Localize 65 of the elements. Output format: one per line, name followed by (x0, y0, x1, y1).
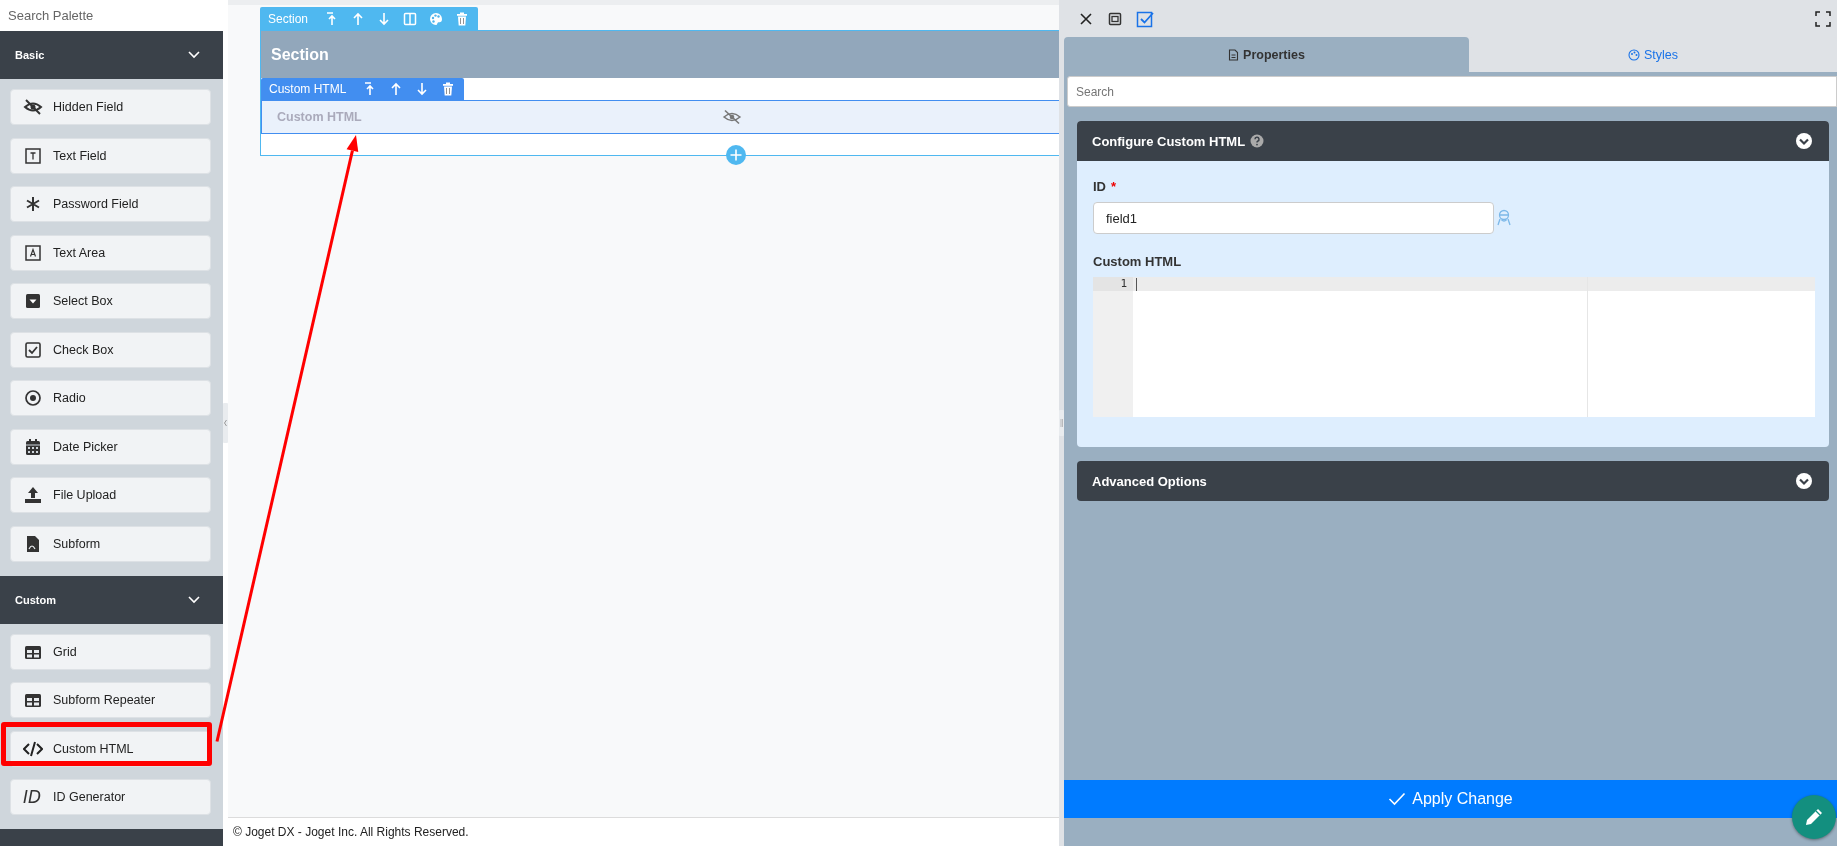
pencil-icon (1803, 806, 1825, 828)
search-field[interactable]: Search Palette (0, 0, 223, 31)
upload-icon (23, 486, 43, 504)
checkbox-icon (23, 340, 43, 359)
text-area-icon (23, 243, 43, 262)
palette-item[interactable]: Check Box (10, 331, 211, 368)
search-field[interactable]: Search (1067, 76, 1837, 107)
group-header[interactable]: Basic (0, 31, 223, 79)
text-cursor (1136, 278, 1137, 291)
panel-header[interactable]: Advanced Options (1077, 461, 1829, 501)
generate-id-icon[interactable] (1496, 209, 1512, 227)
palette-item[interactable]: File Upload (10, 477, 211, 513)
palette-item[interactable]: Grid (10, 633, 211, 670)
close-icon[interactable] (1078, 10, 1094, 27)
palette-item[interactable]: Password Field (10, 186, 211, 222)
panel-title: Configure Custom HTML (1092, 133, 1246, 149)
toolbar-label: Section (268, 11, 309, 26)
palette-item[interactable]: Subform (10, 525, 211, 562)
panel-header[interactable]: Configure Custom HTML (1077, 121, 1829, 161)
table-icon (23, 691, 43, 709)
calendar-icon (23, 437, 43, 456)
id-icon: ID (23, 787, 43, 807)
columns-icon[interactable] (402, 10, 419, 27)
chevron-down-icon (1795, 472, 1813, 490)
field-label: ID (1093, 179, 1106, 194)
eye-slash-icon (23, 98, 43, 116)
code-icon (23, 739, 43, 758)
palette-item[interactable]: Subform Repeater (10, 682, 211, 718)
palette-item[interactable]: Hidden Field (10, 89, 211, 125)
code-editor[interactable]: 1 (1093, 277, 1815, 417)
add-icon[interactable] (725, 144, 747, 166)
text-field-icon (23, 146, 43, 165)
palette-item[interactable]: Select Box (10, 283, 211, 319)
panel-title: Advanced Options (1092, 473, 1207, 489)
element-placeholder: Custom HTML (277, 110, 362, 124)
field-label: Custom HTML (1093, 254, 1182, 269)
group-header[interactable]: Custom (0, 575, 223, 624)
id-input[interactable]: field1 (1093, 202, 1494, 234)
required-mark: * (1111, 179, 1117, 194)
palette-icon (1627, 48, 1640, 61)
radio-icon (23, 389, 43, 407)
palette-item[interactable]: Radio (10, 380, 211, 416)
tab[interactable]: Properties (1064, 37, 1469, 72)
window-icon[interactable] (1107, 10, 1123, 27)
check-icon (1388, 792, 1407, 806)
checkbox-icon[interactable] (1136, 9, 1154, 28)
palette-item[interactable]: Date Picker (10, 428, 211, 465)
document-icon (1228, 48, 1240, 61)
chevron-down-icon (187, 50, 201, 60)
chevron-down-icon (187, 594, 201, 605)
palette-item[interactable]: ID ID Generator (10, 779, 211, 815)
splitter-handle[interactable] (1059, 410, 1064, 436)
splitter-handle[interactable] (223, 403, 228, 443)
apply-change-button[interactable]: Apply Change (1064, 780, 1837, 818)
palette-item[interactable]: Text Field (10, 137, 211, 174)
section-title: Section (271, 45, 329, 64)
line-number: 1 (1093, 277, 1133, 291)
palette-item[interactable]: Text Area (10, 234, 211, 271)
footer-text: © Joget DX - Joget Inc. All Rights Reserved. (233, 825, 469, 839)
toolbar-label: Custom HTML (269, 82, 347, 96)
chevron-down-icon (1795, 132, 1813, 150)
fullscreen-icon[interactable] (1815, 10, 1831, 27)
dropdown-icon (23, 292, 43, 310)
help-icon[interactable] (1250, 134, 1265, 148)
palette-icon[interactable] (428, 10, 445, 27)
